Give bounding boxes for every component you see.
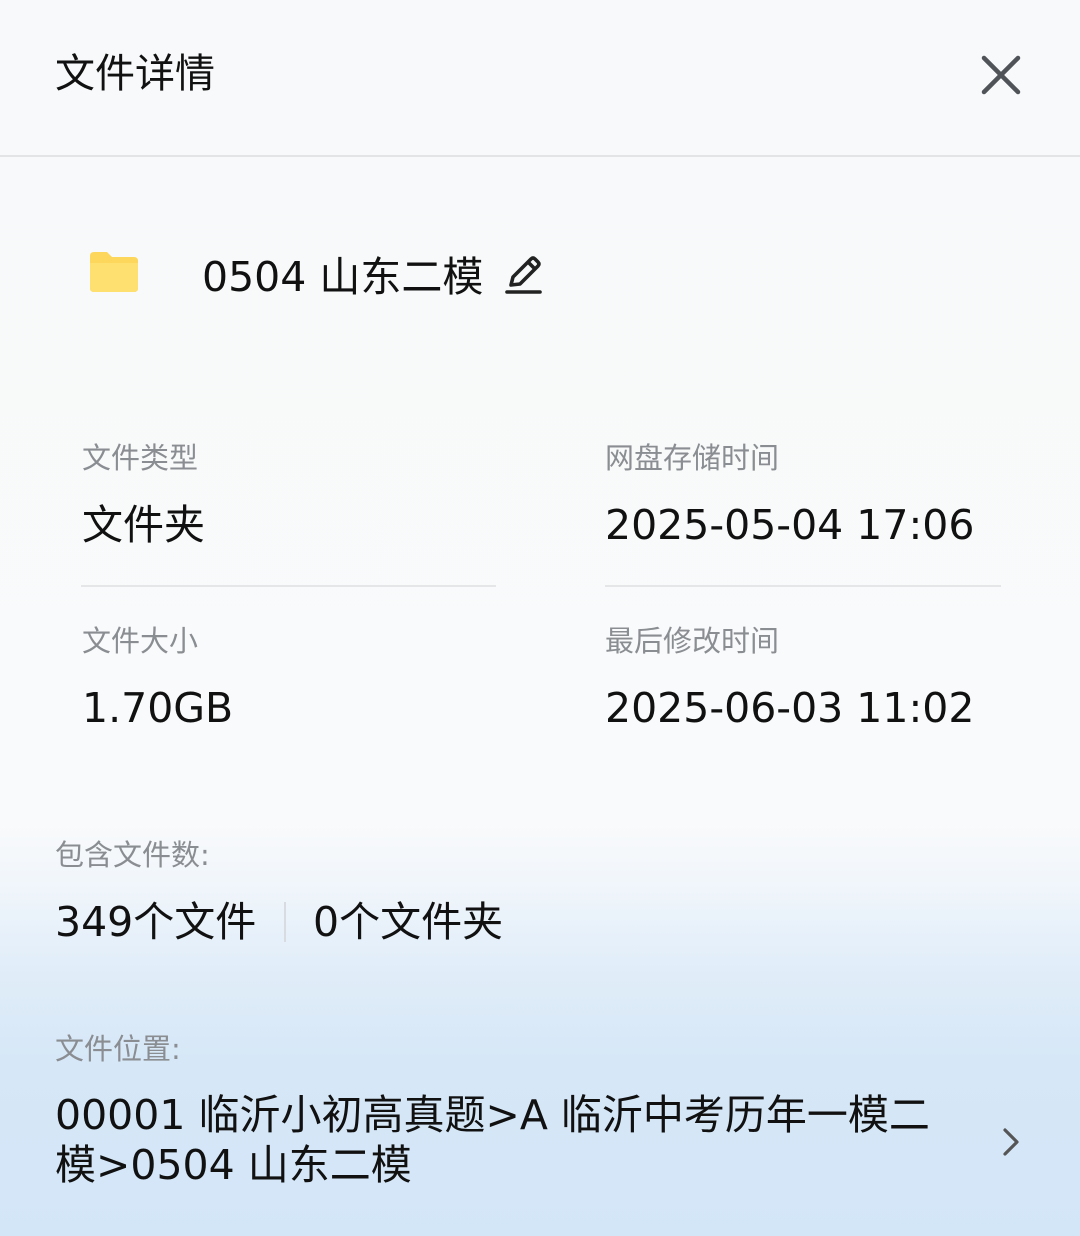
folder-count: 0个文件夹 xyxy=(313,898,504,946)
close-icon xyxy=(981,55,1021,95)
header-divider xyxy=(0,155,1080,157)
modified-time-label: 最后修改时间 xyxy=(605,624,780,658)
file-name: 0504 山东二模 xyxy=(202,253,484,301)
stored-time-value: 2025-05-04 17:06 xyxy=(605,501,975,549)
chevron-right-icon xyxy=(1003,1128,1019,1156)
close-button[interactable] xyxy=(972,46,1030,104)
count-separator xyxy=(284,902,286,942)
rename-button[interactable] xyxy=(502,252,546,296)
file-type-label: 文件类型 xyxy=(82,441,199,475)
location-chevron-button[interactable] xyxy=(996,1122,1026,1162)
folder-icon xyxy=(88,250,140,294)
dialog-header: 文件详情 xyxy=(0,0,1080,155)
file-count: 349个文件 xyxy=(55,898,257,946)
location-path[interactable]: 00001 临沂小初高真题>A 临沂中考历年一模二模>0504 山东二模 xyxy=(55,1090,935,1190)
file-type-value: 文件夹 xyxy=(82,501,205,549)
dialog-title: 文件详情 xyxy=(55,51,215,97)
modified-time-value: 2025-06-03 11:02 xyxy=(605,684,975,732)
file-size-value: 1.70GB xyxy=(82,684,234,732)
pencil-icon xyxy=(505,256,542,294)
location-label: 文件位置: xyxy=(55,1032,181,1066)
contents-label: 包含文件数: xyxy=(55,838,210,872)
row-divider xyxy=(605,585,1001,587)
row-divider xyxy=(81,585,496,587)
stored-time-label: 网盘存储时间 xyxy=(605,441,780,475)
file-size-label: 文件大小 xyxy=(82,624,199,658)
